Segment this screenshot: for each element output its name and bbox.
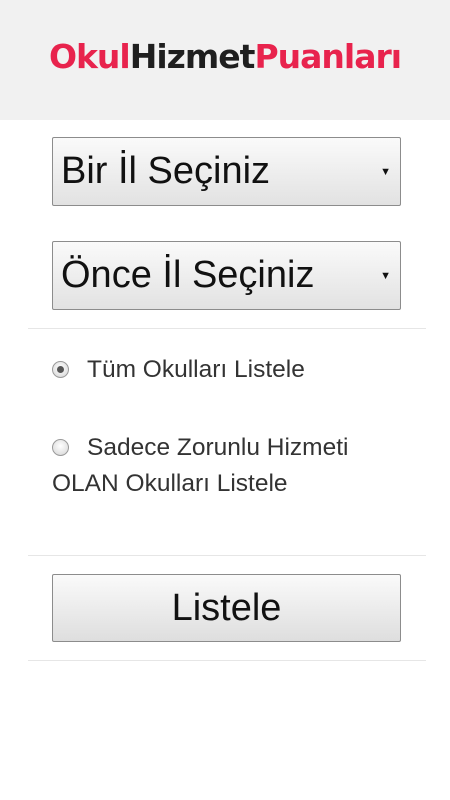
logo-puanlari: Puanları bbox=[254, 36, 402, 76]
radio-label-mandatory-line2: OLAN Okulları Listele bbox=[52, 470, 288, 497]
app-logo: OkulHizmetPuanları bbox=[48, 36, 402, 76]
district-select-value: Önce İl Seçiniz bbox=[61, 254, 315, 296]
radio-label-all-schools: Tüm Okulları Listele bbox=[87, 356, 305, 383]
divider bbox=[28, 555, 426, 556]
divider bbox=[28, 660, 426, 661]
dropdown-arrow-icon: ▼ bbox=[380, 269, 391, 282]
radio-option-mandatory-service[interactable]: Sadece Zorunlu Hizmeti OLAN Okulları Lis… bbox=[52, 430, 412, 502]
radio-option-all-schools[interactable]: Tüm Okulları Listele bbox=[52, 352, 412, 388]
radio-label-mandatory-line1: Sadece Zorunlu Hizmeti bbox=[87, 434, 349, 461]
list-button[interactable]: Listele bbox=[52, 574, 401, 642]
province-select-value: Bir İl Seçiniz bbox=[61, 150, 271, 192]
radio-button-unchecked[interactable] bbox=[52, 439, 69, 456]
district-select[interactable]: Önce İl Seçiniz ▼ bbox=[52, 241, 401, 310]
logo-okul: Okul bbox=[48, 36, 131, 76]
radio-button-checked[interactable] bbox=[52, 361, 69, 378]
province-select[interactable]: Bir İl Seçiniz ▼ bbox=[52, 137, 401, 206]
dropdown-arrow-icon: ▼ bbox=[380, 165, 391, 178]
filter-form: Bir İl Seçiniz ▼ Önce İl Seçiniz ▼ Tüm O… bbox=[0, 120, 450, 800]
divider bbox=[28, 328, 426, 329]
app-header: OkulHizmetPuanları bbox=[0, 0, 450, 120]
logo-hizmet: Hizmet bbox=[129, 36, 256, 76]
